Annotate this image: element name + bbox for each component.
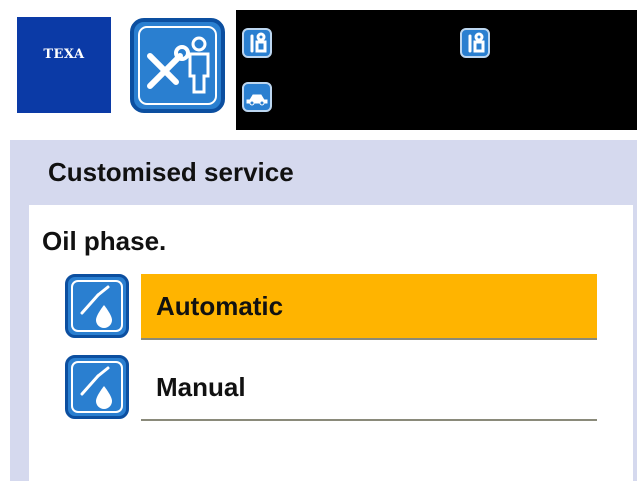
- logo-text: TEXA: [43, 47, 85, 62]
- option-label: Manual: [156, 371, 246, 402]
- diagnostic-screen: TEXA Customised service Oil phase. Autom…: [10, 10, 637, 481]
- page-title: Customised service: [48, 157, 294, 187]
- oil-dropper-icon[interactable]: [65, 355, 129, 419]
- texa-logo: TEXA: [17, 17, 111, 113]
- tools-mechanic-icon[interactable]: [242, 28, 272, 58]
- phase-label: Oil phase.: [42, 226, 167, 256]
- option-manual[interactable]: Manual: [141, 355, 597, 421]
- tools-mechanic-icon[interactable]: [460, 28, 490, 58]
- oil-dropper-icon[interactable]: [65, 274, 129, 338]
- left-rail: [10, 205, 29, 481]
- top-bar: TEXA: [10, 10, 637, 130]
- car-icon[interactable]: [242, 82, 272, 112]
- wrench-screwdriver-mechanic-icon[interactable]: [130, 18, 225, 113]
- right-rail: [633, 205, 637, 481]
- option-label: Automatic: [156, 290, 284, 321]
- logo-area: TEXA: [10, 10, 236, 130]
- divider: [10, 130, 637, 140]
- option-automatic[interactable]: Automatic: [141, 274, 597, 340]
